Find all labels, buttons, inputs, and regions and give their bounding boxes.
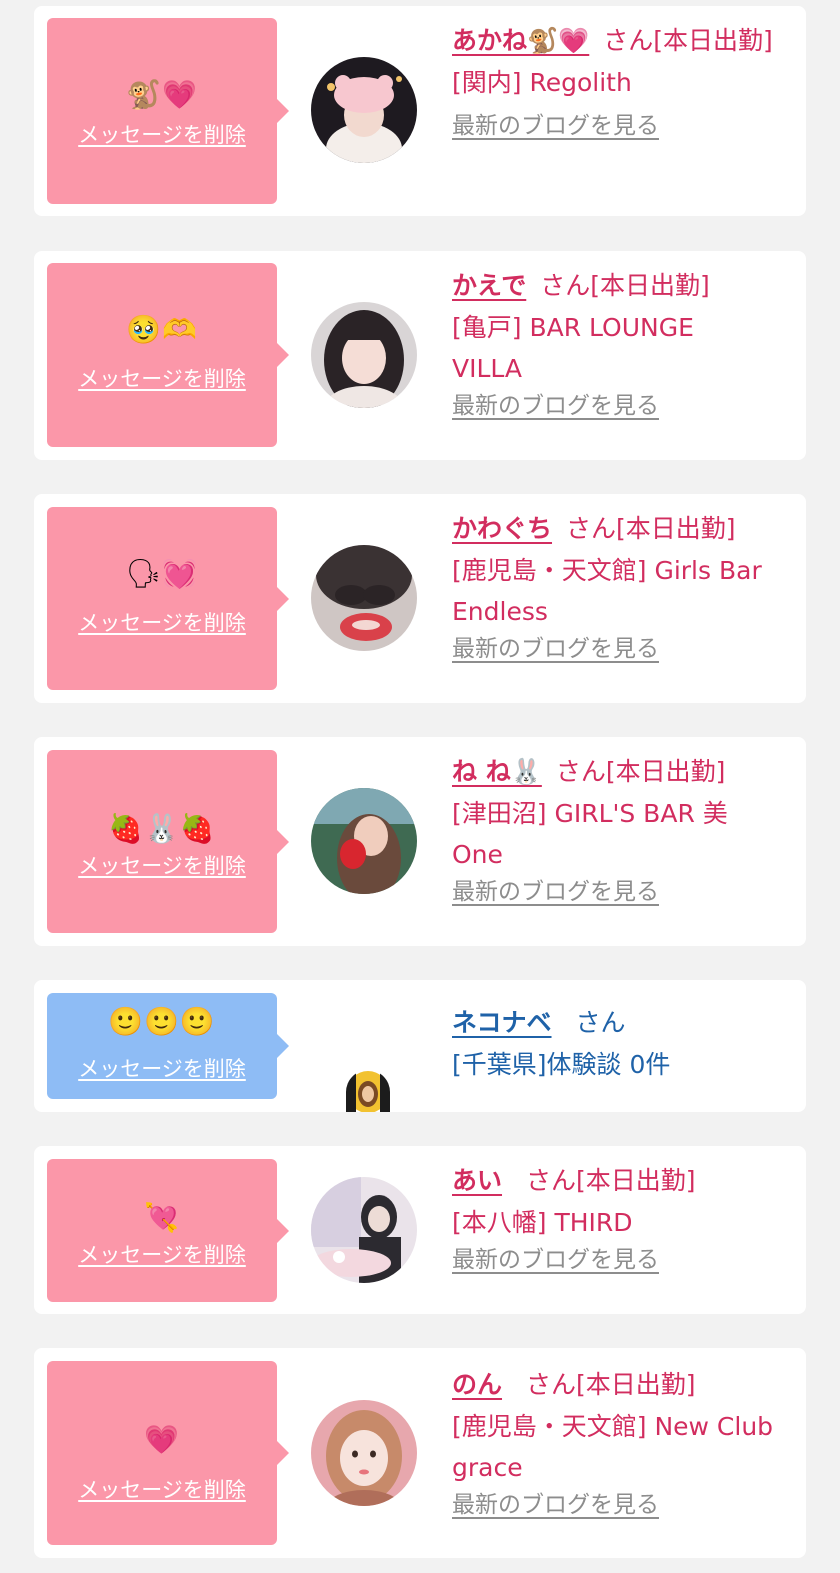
honorific: さん [526,1370,577,1399]
name-line: ね ね🐰 さん[本日出勤] [452,751,797,793]
shop-line: [本八幡] THIRD [452,1208,633,1237]
user-name-link[interactable]: ね ね🐰 [452,757,542,786]
name-line: あかね🐒💗 さん[本日出勤] [452,20,797,62]
message-card: 🙂🙂🙂 メッセージを削除 ネコナベ さん [千葉県]体験談 0件 [34,980,806,1112]
message-bubble: 🥹🫶 メッセージを削除 [47,263,289,447]
honorific: さん [540,271,591,300]
shop-line: [鹿児島・天文館] New Club [452,1412,774,1441]
user-name-link[interactable]: かえで [452,271,526,300]
delete-message-link[interactable]: メッセージを削除 [47,1055,277,1083]
latest-blog-link[interactable]: 最新のブログを見る [452,1245,659,1275]
delete-message-link[interactable]: メッセージを削除 [47,365,277,393]
message-card: 🗣💓 メッセージを削除 かわぐち さん[本日出勤] [鹿児島・天文館] Girls… [34,494,806,703]
honorific: さん [566,514,617,543]
name-line: かわぐち さん[本日出勤] [452,508,797,550]
avatar[interactable] [346,1070,390,1112]
avatar[interactable] [311,545,417,651]
shop-line: VILLA [452,354,523,383]
user-name-link[interactable]: あかね🐒💗 [452,26,589,55]
latest-blog-link[interactable]: 最新のブログを見る [452,111,659,141]
entry-info: かえで さん[本日出勤] [亀戸] BAR LOUNGE VILLA 最新のブログ… [452,265,797,421]
status-label: [本日出勤] [576,1166,696,1195]
entry-info: ネコナベ さん [千葉県]体験談 0件 [452,1002,797,1085]
message-card: 💘 メッセージを削除 あい さん[本日出勤] [本八幡] THIRD 最新のブログ… [34,1146,806,1314]
shop-line: [千葉県]体験談 0件 [452,1050,671,1079]
message-card: 🐒💗 メッセージを削除 あかね🐒💗 さん[本日出勤] [関内] Regolith … [34,6,806,216]
honorific: さん [603,26,654,55]
message-emoji: 🥹🫶 [126,313,198,346]
avatar[interactable] [311,1400,417,1506]
user-name-link[interactable]: ネコナベ [452,1008,552,1037]
user-name-link[interactable]: かわぐち [452,514,552,543]
latest-blog-link[interactable]: 最新のブログを見る [452,1490,659,1520]
message-bubble: 🐒💗 メッセージを削除 [47,18,289,204]
avatar[interactable] [311,788,417,894]
honorific: さん [526,1166,577,1195]
message-list: 🐒💗 メッセージを削除 あかね🐒💗 さん[本日出勤] [関内] Regolith … [0,0,840,1573]
delete-message-link[interactable]: メッセージを削除 [47,609,277,637]
message-emoji: 🙂🙂🙂 [108,1005,216,1038]
latest-blog-link[interactable]: 最新のブログを見る [452,634,659,664]
avatar[interactable] [311,57,417,163]
delete-message-link[interactable]: メッセージを削除 [47,1476,277,1504]
shop-line: [関内] Regolith [452,68,632,97]
entry-info: かわぐち さん[本日出勤] [鹿児島・天文館] Girls Bar Endless… [452,508,797,664]
message-bubble: 🙂🙂🙂 メッセージを削除 [47,993,289,1099]
name-line: あい さん[本日出勤] [452,1160,797,1202]
delete-message-link[interactable]: メッセージを削除 [47,852,277,880]
entry-info: あい さん[本日出勤] [本八幡] THIRD 最新のブログを見る [452,1160,797,1275]
delete-message-link[interactable]: メッセージを削除 [47,121,277,149]
message-emoji: 🗣💓 [125,557,199,590]
message-bubble: 💘 メッセージを削除 [47,1159,289,1302]
message-bubble: 💗 メッセージを削除 [47,1361,289,1545]
shop-line: [鹿児島・天文館] Girls Bar [452,556,762,585]
status-label: [本日出勤] [605,757,726,786]
latest-blog-link[interactable]: 最新のブログを見る [452,877,659,907]
message-emoji: 💗 [144,1423,180,1456]
avatar[interactable] [311,1177,417,1283]
message-emoji: 💘 [144,1201,180,1234]
honorific: さん [555,757,606,786]
message-card: 🥹🫶 メッセージを削除 かえで さん[本日出勤] [亀戸] BAR LOUNGE … [34,251,806,460]
status-label: [本日出勤] [653,26,773,55]
status-label: [本日出勤] [590,271,710,300]
message-card: 🍓🐰🍓 メッセージを削除 ね ね🐰 さん[本日出勤] [津田沼] GIRL'S B… [34,737,806,946]
name-line: かえで さん[本日出勤] [452,265,797,307]
avatar[interactable] [311,302,417,408]
shop-line: [亀戸] BAR LOUNGE [452,313,694,342]
status-label: [本日出勤] [616,514,736,543]
message-bubble: 🗣💓 メッセージを削除 [47,507,289,690]
shop-line: [津田沼] GIRL'S BAR 美 [452,799,728,828]
message-emoji: 🐒💗 [126,78,198,111]
name-line: のん さん[本日出勤] [452,1364,797,1406]
entry-info: ね ね🐰 さん[本日出勤] [津田沼] GIRL'S BAR 美 One 最新のブ… [452,751,797,907]
status-label: [本日出勤] [576,1370,696,1399]
message-emoji: 🍓🐰🍓 [108,812,216,845]
shop-line: Endless [452,597,548,626]
delete-message-link[interactable]: メッセージを削除 [47,1241,277,1269]
name-line: ネコナベ さん [452,1002,797,1044]
user-name-link[interactable]: のん [452,1370,502,1399]
user-name-link[interactable]: あい [452,1166,502,1195]
message-bubble: 🍓🐰🍓 メッセージを削除 [47,750,289,933]
shop-line: grace [452,1453,523,1482]
honorific: さん [575,1008,626,1037]
latest-blog-link[interactable]: 最新のブログを見る [452,391,659,421]
entry-info: あかね🐒💗 さん[本日出勤] [関内] Regolith 最新のブログを見る [452,20,797,141]
shop-line: One [452,840,503,869]
message-card: 💗 メッセージを削除 のん さん[本日出勤] [鹿児島・天文館] New Club… [34,1348,806,1558]
entry-info: のん さん[本日出勤] [鹿児島・天文館] New Club grace 最新のブ… [452,1364,797,1520]
